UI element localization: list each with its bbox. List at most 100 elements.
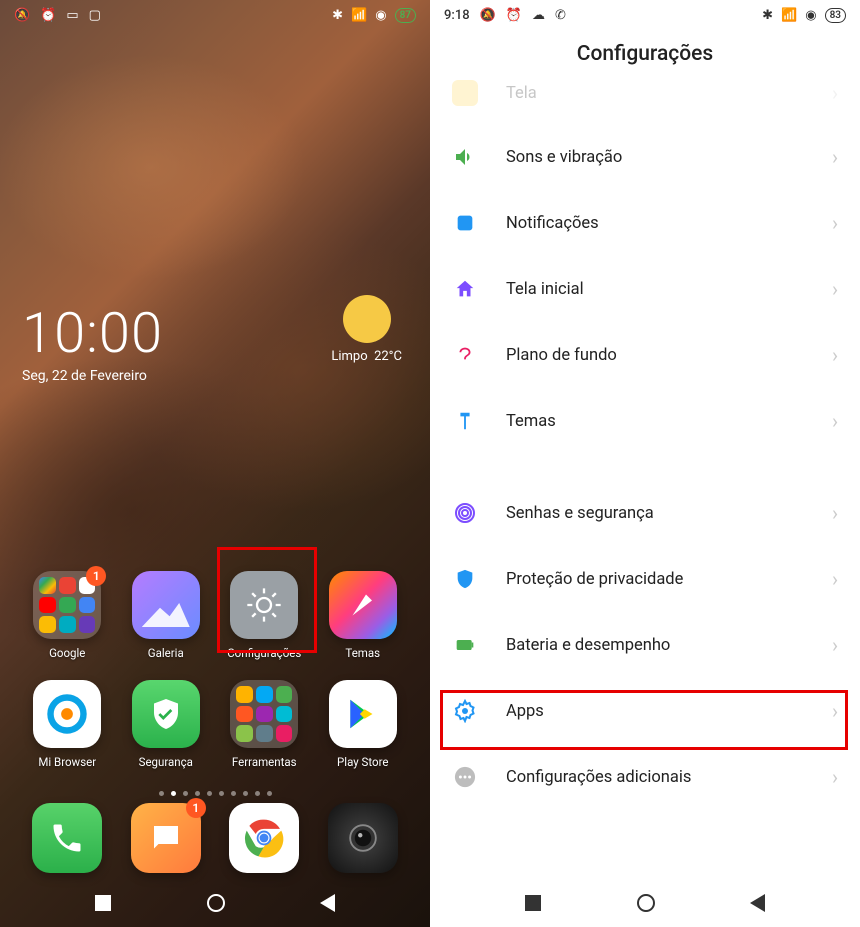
battery-icon: 83 bbox=[825, 8, 846, 23]
notifications-icon bbox=[452, 210, 478, 236]
apps-gear-icon bbox=[452, 698, 478, 724]
whatsapp-icon: ✆ bbox=[555, 8, 566, 23]
home-icon bbox=[452, 276, 478, 302]
settings-row-bateria[interactable]: Bateria e desempenho › bbox=[430, 612, 860, 678]
battery-icon: 87 bbox=[395, 8, 416, 23]
dock: 1 bbox=[0, 803, 430, 873]
settings-screen: 9:18 🔕 ⏰ ☁ ✆ ✱ 📶 ◉ 83 Configurações Tela… bbox=[430, 0, 860, 927]
clock-date: Seg, 22 de Fevereiro bbox=[22, 368, 163, 384]
app-label: Temas bbox=[345, 646, 380, 660]
display-icon bbox=[452, 80, 478, 106]
app-label: Mi Browser bbox=[38, 755, 96, 769]
more-icon bbox=[452, 764, 478, 790]
settings-row-plano-de-fundo[interactable]: Plano de fundo › bbox=[430, 322, 860, 388]
dock-camera[interactable] bbox=[318, 803, 408, 873]
nav-back[interactable] bbox=[750, 894, 765, 912]
page-indicator bbox=[0, 783, 430, 803]
weather-sun-icon bbox=[343, 295, 391, 343]
nav-bar bbox=[430, 879, 860, 927]
app-temas[interactable]: Temas bbox=[318, 571, 408, 660]
chevron-right-icon: › bbox=[832, 699, 838, 723]
nav-back[interactable] bbox=[320, 894, 335, 912]
row-label: Apps bbox=[506, 702, 832, 721]
galeria-icon bbox=[132, 571, 200, 639]
settings-list[interactable]: Tela › Sons e vibração › Notificações › … bbox=[430, 80, 860, 879]
settings-row-temas[interactable]: Temas › bbox=[430, 388, 860, 454]
nav-bar bbox=[0, 879, 430, 927]
nav-home[interactable] bbox=[637, 894, 655, 912]
row-label: Senhas e segurança bbox=[506, 504, 832, 523]
dock-messages[interactable]: 1 bbox=[121, 803, 211, 873]
chevron-right-icon: › bbox=[832, 409, 838, 433]
cloud-icon: ☁ bbox=[532, 8, 545, 23]
signal-icon: 📶 bbox=[781, 8, 797, 23]
temas-icon bbox=[329, 571, 397, 639]
chevron-right-icon: › bbox=[832, 277, 838, 301]
app-galeria[interactable]: Galeria bbox=[121, 571, 211, 660]
status-time: 9:18 bbox=[444, 8, 470, 23]
chevron-right-icon: › bbox=[832, 765, 838, 789]
alarm-icon: ⏰ bbox=[40, 8, 56, 23]
shield-icon bbox=[132, 680, 200, 748]
clock-widget[interactable]: 10:00 Seg, 22 de Fevereiro bbox=[22, 300, 163, 384]
app-label: Segurança bbox=[139, 755, 193, 769]
app-seguranca[interactable]: Segurança bbox=[121, 680, 211, 769]
nav-home[interactable] bbox=[207, 894, 225, 912]
row-label: Bateria e desempenho bbox=[506, 636, 832, 655]
app-play-store[interactable]: Play Store bbox=[318, 680, 408, 769]
settings-row-tela-inicial[interactable]: Tela inicial › bbox=[430, 256, 860, 322]
privacy-shield-icon bbox=[452, 566, 478, 592]
dock-phone[interactable] bbox=[22, 803, 112, 873]
cast-icon: ▢ bbox=[89, 8, 101, 23]
browser-icon bbox=[33, 680, 101, 748]
fingerprint-icon bbox=[452, 500, 478, 526]
app-configuracoes[interactable]: Configurações bbox=[219, 571, 309, 660]
page-title: Configurações bbox=[430, 42, 860, 66]
messages-icon: 1 bbox=[131, 803, 201, 873]
settings-row-senhas[interactable]: Senhas e segurança › bbox=[430, 480, 860, 546]
app-label: Ferramentas bbox=[232, 755, 297, 769]
chevron-right-icon: › bbox=[832, 145, 838, 169]
app-label: Play Store bbox=[337, 755, 388, 769]
chevron-right-icon: › bbox=[832, 633, 838, 657]
settings-row-sons[interactable]: Sons e vibração › bbox=[430, 124, 860, 190]
row-label: Tela inicial bbox=[506, 280, 832, 299]
row-label: Sons e vibração bbox=[506, 148, 832, 167]
dock-chrome[interactable] bbox=[219, 803, 309, 873]
row-label: Proteção de privacidade bbox=[506, 570, 832, 589]
row-label: Configurações adicionais bbox=[506, 768, 832, 787]
dnd-icon: 🔕 bbox=[14, 8, 30, 23]
chrome-icon bbox=[229, 803, 299, 873]
app-label: Google bbox=[49, 646, 85, 660]
badge: 1 bbox=[186, 798, 206, 818]
app-ferramentas-folder[interactable]: Ferramentas bbox=[219, 680, 309, 769]
weather-text: Limpo 22°C bbox=[331, 349, 402, 364]
settings-row-apps[interactable]: Apps › bbox=[430, 678, 860, 744]
bluetooth-icon: ✱ bbox=[332, 8, 343, 23]
battery-icon bbox=[452, 632, 478, 658]
row-label: Temas bbox=[506, 412, 832, 431]
settings-row-notificacoes[interactable]: Notificações › bbox=[430, 190, 860, 256]
sound-icon bbox=[452, 144, 478, 170]
chevron-right-icon: › bbox=[832, 501, 838, 525]
app-google-folder[interactable]: 1 Google bbox=[22, 571, 112, 660]
wifi-icon: ◉ bbox=[375, 8, 386, 23]
app-grid: 1 Google Galeria Configurações Temas M bbox=[0, 571, 430, 769]
camera-icon bbox=[328, 803, 398, 873]
row-label: Plano de fundo bbox=[506, 346, 832, 365]
nav-recents[interactable] bbox=[95, 895, 111, 911]
wallpaper-icon bbox=[452, 342, 478, 368]
chevron-right-icon: › bbox=[832, 211, 838, 235]
alarm-icon: ⏰ bbox=[506, 8, 522, 23]
settings-row-tela[interactable]: Tela › bbox=[430, 80, 860, 124]
app-mi-browser[interactable]: Mi Browser bbox=[22, 680, 112, 769]
chevron-right-icon: › bbox=[832, 81, 838, 105]
weather-widget[interactable]: Limpo 22°C bbox=[331, 295, 402, 364]
chevron-right-icon: › bbox=[832, 343, 838, 367]
settings-row-config-adicionais[interactable]: Configurações adicionais › bbox=[430, 744, 860, 810]
nav-recents[interactable] bbox=[525, 895, 541, 911]
status-bar: 9:18 🔕 ⏰ ☁ ✆ ✱ 📶 ◉ 83 bbox=[430, 0, 860, 30]
settings-row-privacidade[interactable]: Proteção de privacidade › bbox=[430, 546, 860, 612]
row-label: Notificações bbox=[506, 214, 832, 233]
google-folder-icon: 1 bbox=[33, 571, 101, 639]
